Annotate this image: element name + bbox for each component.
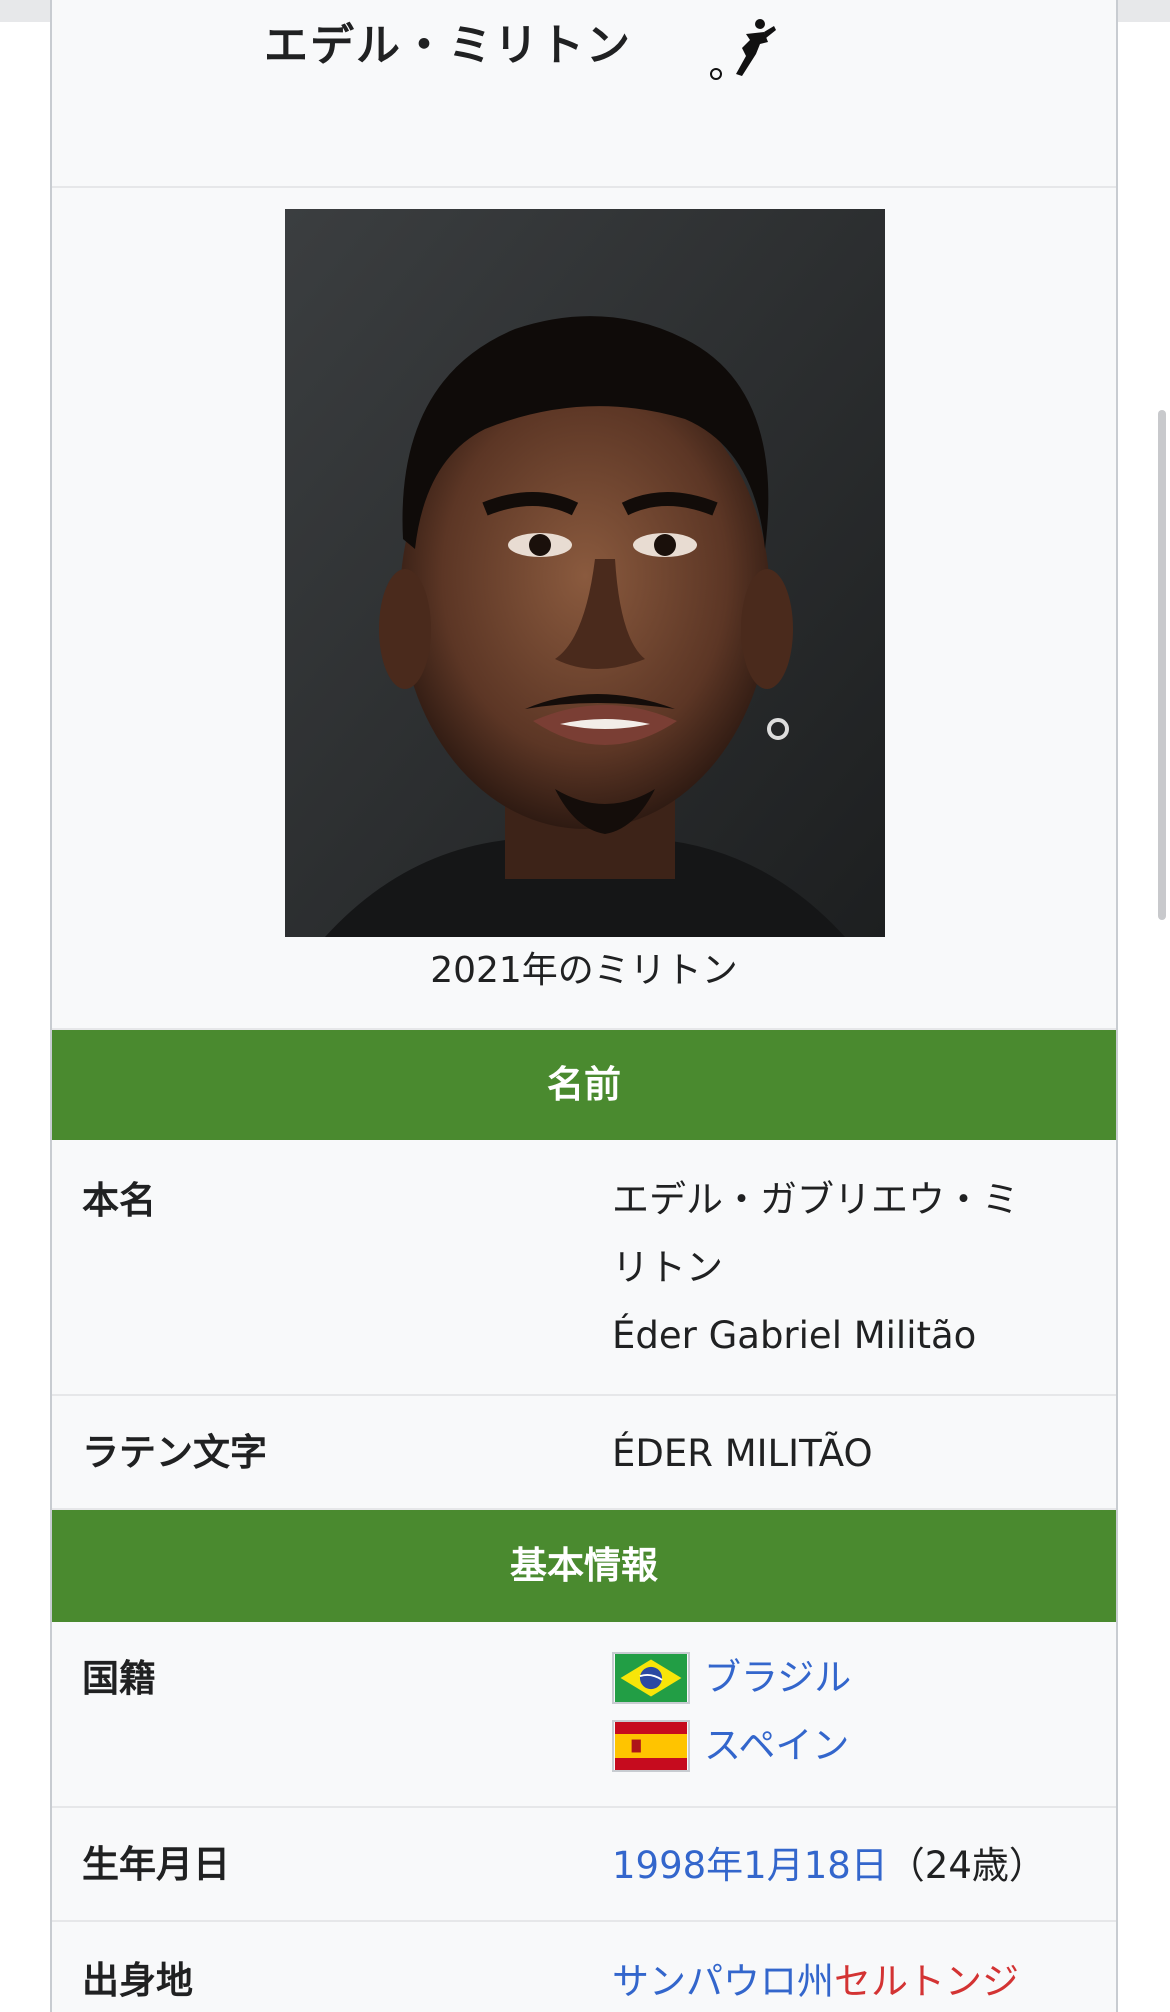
infobox-title-row: エデル・ミリトン (52, 0, 1116, 188)
row-nationality: 国籍 ブラジル スペイン (52, 1622, 1116, 1808)
birth-date-link[interactable]: 1998年1月18日 (612, 1844, 888, 1887)
real-name-latin: Éder Gabriel Militão (612, 1314, 977, 1357)
spain-link[interactable]: スペイン (704, 1712, 849, 1780)
value-birth-date: 1998年1月18日（24歳） (612, 1832, 1092, 1900)
row-birth-date: 生年月日 1998年1月18日（24歳） (52, 1808, 1116, 1922)
state-link[interactable]: サンパウロ州 (612, 1960, 834, 2003)
city-redlink[interactable]: セルトンジ (834, 1960, 1019, 2003)
label-latin: ラテン文字 (82, 1431, 267, 1474)
value-birthplace: サンパウロ州セルトンジ (612, 1948, 1092, 2012)
label-nationality: 国籍 (82, 1657, 156, 1700)
nationality-item-spain: スペイン (612, 1712, 1092, 1780)
section-header-basic-info: 基本情報 (52, 1510, 1116, 1622)
value-real-name: エデル・ガブリエウ・ミ リトン Éder Gabriel Militão (612, 1166, 1092, 1370)
photo-caption: 2021年のミリトン (430, 950, 738, 991)
brazil-flag-icon (612, 1652, 690, 1704)
label-birth-date: 生年月日 (82, 1843, 230, 1886)
value-latin: ÉDER MILITÃO (612, 1432, 873, 1475)
row-latin-name: ラテン文字 ÉDER MILITÃO (52, 1396, 1116, 1510)
brazil-link[interactable]: ブラジル (704, 1644, 851, 1712)
infobox: エデル・ミリトン 2021年のミリトン 名前 本名 エデル・ガブリエウ・ミ リト… (50, 0, 1118, 2012)
section-header-name: 名前 (52, 1030, 1116, 1140)
photo-row: 2021年のミリトン (52, 188, 1116, 1030)
age-text: （24歳） (887, 1844, 1046, 1887)
player-photo[interactable] (285, 209, 885, 937)
value-nationality: ブラジル スペイン (612, 1644, 1092, 1780)
real-name-line-1: エデル・ガブリエウ・ミ (612, 1178, 1019, 1221)
label-real-name: 本名 (82, 1179, 156, 1222)
vertical-scrollbar[interactable] (1158, 410, 1166, 920)
infobox-title: エデル・ミリトン (264, 20, 632, 71)
real-name-line-2: リトン (612, 1246, 723, 1289)
football-player-icon (710, 19, 776, 80)
nationality-item-brazil: ブラジル (612, 1644, 1092, 1712)
row-birthplace: 出身地 サンパウロ州セルトンジ (52, 1922, 1116, 2012)
spain-flag-icon (612, 1720, 690, 1772)
row-real-name: 本名 エデル・ガブリエウ・ミ リトン Éder Gabriel Militão (52, 1140, 1116, 1396)
label-birthplace: 出身地 (82, 1959, 193, 2002)
